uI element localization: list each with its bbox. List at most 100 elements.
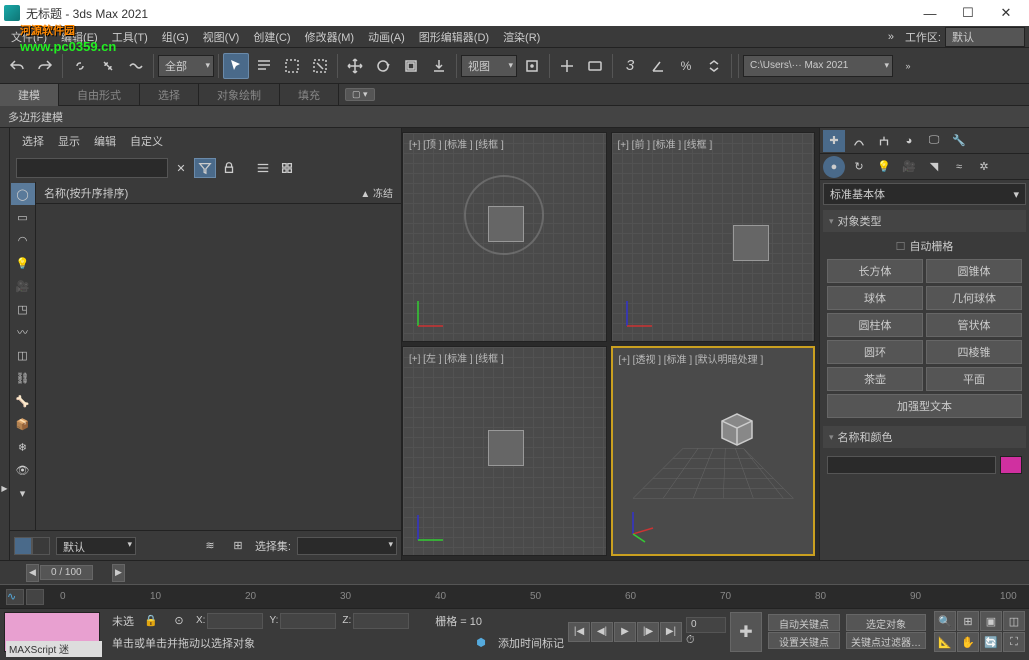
category-dropdown[interactable]: 标准基本体▾ (823, 183, 1026, 205)
timeslider-handle[interactable]: 0 / 100 (40, 565, 93, 580)
autogrid-checkbox[interactable]: ☐ 自动栅格 (827, 236, 1022, 256)
link-button[interactable] (67, 53, 93, 79)
scene-filter-button[interactable] (194, 158, 216, 178)
pivot-center-button[interactable] (519, 53, 545, 79)
cmd-sub-shapes[interactable]: ↻ (848, 156, 870, 178)
ribbon-tab-selection[interactable]: 选择 (140, 84, 199, 106)
cmd-tab-utilities[interactable]: 🔧 (948, 130, 970, 152)
btn-box[interactable]: 长方体 (827, 259, 923, 283)
viewport-left[interactable]: [+] [左 ] [标准 ] [线框 ] (402, 346, 607, 556)
ribbon-tab-populate[interactable]: 填充 (280, 84, 339, 106)
cmd-tab-create[interactable]: ✚ (823, 130, 845, 152)
select-by-name-button[interactable] (251, 53, 277, 79)
window-crossing-button[interactable] (307, 53, 333, 79)
filter-geometry-icon[interactable]: ▭ (11, 206, 35, 228)
workspace-dropdown[interactable]: 默认 (945, 27, 1025, 47)
ribbon-tab-freeform[interactable]: 自由形式 (59, 84, 140, 106)
scene-tab-display[interactable]: 显示 (58, 133, 80, 149)
maximize-button[interactable]: ☐ (949, 2, 987, 24)
maximize-vp-button[interactable]: ⛶ (1003, 632, 1025, 652)
btn-pyramid[interactable]: 四棱锥 (926, 340, 1022, 364)
viewport-left-label[interactable]: [+] [左 ] [标准 ] [线框 ] (409, 350, 504, 365)
cmd-tab-modify[interactable] (848, 130, 870, 152)
scene-tab-edit[interactable]: 编辑 (94, 133, 116, 149)
auto-key-button[interactable]: 自动关键点 (768, 614, 840, 631)
isolate-button[interactable]: ⊙ (168, 611, 190, 631)
filter-expand-icon[interactable]: ▾ (11, 482, 35, 504)
toolbar-expand[interactable]: » (895, 53, 921, 79)
filter-helpers-icon[interactable]: ◳ (11, 298, 35, 320)
time-slider[interactable]: ◀ 0 / 100 ▶ (0, 560, 1029, 584)
viewport-perspective[interactable]: [+] [透视 ] [标准 ] [默认明暗处理 ] (611, 346, 816, 556)
object-color-swatch[interactable] (1000, 456, 1022, 474)
selection-set-dropdown[interactable] (297, 537, 397, 555)
cmd-sub-spacewarps[interactable]: ≈ (948, 156, 970, 178)
zoom-extents-button[interactable]: ▣ (980, 611, 1002, 631)
cmd-sub-helpers[interactable]: ◥ (923, 156, 945, 178)
prev-frame-button[interactable]: ◀| (591, 622, 613, 642)
timeslider-next[interactable]: ▶ (112, 564, 125, 582)
cmd-sub-geometry[interactable]: ● (823, 156, 845, 178)
next-frame-button[interactable]: |▶ (637, 622, 659, 642)
cmd-sub-lights[interactable]: 💡 (873, 156, 895, 178)
object-name-input[interactable] (827, 456, 996, 474)
ribbon-expand-button[interactable]: ▢ ▾ (345, 88, 375, 101)
key-filters-button[interactable]: 关键点过滤器… (846, 632, 926, 649)
rollout-namecolor[interactable]: 名称和颜色 (823, 426, 1026, 448)
trackbar-curve-button[interactable]: ∿ (6, 589, 24, 605)
scene-tab-select[interactable]: 选择 (22, 133, 44, 149)
menu-grapheditors[interactable]: 图形编辑器(D) (412, 27, 496, 47)
scene-col-name[interactable]: 名称(按升序排序) (44, 185, 128, 201)
scene-search-input[interactable] (16, 158, 168, 178)
current-frame-field[interactable]: 0 (686, 617, 726, 633)
cube-icon[interactable]: ⬢ (470, 633, 492, 653)
filter-shapes-icon[interactable]: ◠ (11, 229, 35, 251)
viewport-top[interactable]: [+] [顶 ] [标准 ] [线框 ] (402, 132, 607, 342)
filter-hidden-icon[interactable]: 👁 (11, 459, 35, 481)
redo-button[interactable] (32, 53, 58, 79)
track-bar[interactable]: ∿ 0 10 20 30 40 50 60 70 80 90 100 (0, 584, 1029, 608)
select-place-button[interactable] (426, 53, 452, 79)
snap-toggle-button[interactable]: 3 (617, 53, 643, 79)
select-scale-button[interactable] (398, 53, 424, 79)
orbit-button[interactable]: 🔄 (980, 632, 1002, 652)
keyboard-shortcut-button[interactable] (582, 53, 608, 79)
viewport-front-label[interactable]: [+] [前 ] [标准 ] [线框 ] (618, 136, 713, 151)
angle-snap-button[interactable] (645, 53, 671, 79)
menu-group[interactable]: 组(G) (155, 27, 196, 47)
rect-select-button[interactable] (279, 53, 305, 79)
menu-modifiers[interactable]: 修改器(M) (298, 27, 362, 47)
x-field[interactable] (207, 613, 263, 629)
cmd-sub-systems[interactable]: ✲ (973, 156, 995, 178)
scene-lock-button[interactable] (218, 158, 240, 178)
undo-button[interactable] (4, 53, 30, 79)
layer-display-toggle[interactable] (14, 537, 50, 555)
goto-start-button[interactable]: |◀ (568, 622, 590, 642)
select-move-button[interactable] (342, 53, 368, 79)
btn-geosphere[interactable]: 几何球体 (926, 286, 1022, 310)
scene-clear-button[interactable]: ✕ (170, 158, 192, 178)
btn-textplus[interactable]: 加强型文本 (827, 394, 1022, 418)
cmd-tab-hierarchy[interactable] (873, 130, 895, 152)
btn-sphere[interactable]: 球体 (827, 286, 923, 310)
ribbon-tab-modeling[interactable]: 建模 (0, 84, 59, 106)
pan-button[interactable]: ✋ (957, 632, 979, 652)
menu-tools[interactable]: 工具(T) (105, 27, 155, 47)
bind-spacewarp-button[interactable] (123, 53, 149, 79)
minimize-button[interactable]: — (911, 2, 949, 24)
ribbon-polymodel-label[interactable]: 多边形建模 (8, 109, 63, 125)
time-config-button[interactable]: ⏱ (686, 634, 726, 647)
set-key-big-button[interactable]: ✚ (730, 612, 762, 652)
btn-plane[interactable]: 平面 (926, 367, 1022, 391)
z-field[interactable] (353, 613, 409, 629)
fov-button[interactable]: 📐 (934, 632, 956, 652)
menu-create[interactable]: 创建(C) (246, 27, 297, 47)
zoom-button[interactable]: 🔍 (934, 611, 956, 631)
menu-edit[interactable]: 编辑(E) (54, 27, 105, 47)
filter-cameras-icon[interactable]: 🎥 (11, 275, 35, 297)
percent-snap-button[interactable]: % (673, 53, 699, 79)
filter-containers-icon[interactable]: 📦 (11, 413, 35, 435)
menu-expand[interactable]: » (881, 29, 901, 45)
btn-torus[interactable]: 圆环 (827, 340, 923, 364)
select-manipulate-button[interactable] (554, 53, 580, 79)
